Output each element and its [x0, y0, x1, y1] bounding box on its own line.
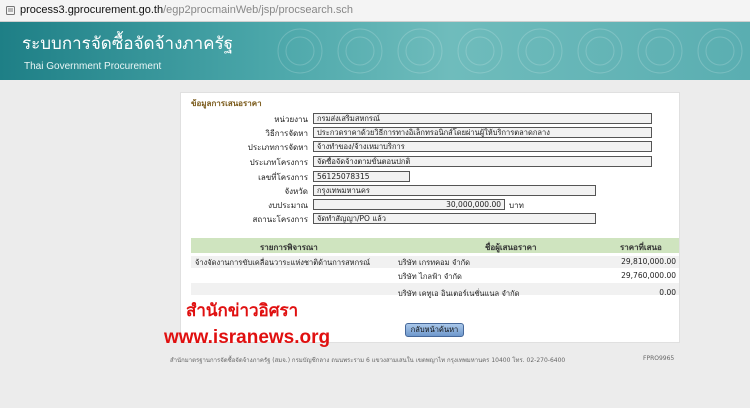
- price-cell: 29,810,000.00: [621, 257, 676, 266]
- footer-page-code: FPRO9965: [643, 355, 675, 362]
- watermark-thai: สำนักข่าวอิศรา: [186, 301, 299, 321]
- field-label-budget: งบประมาณ: [268, 201, 308, 210]
- field-province: กรุงเทพมหานคร: [313, 185, 596, 196]
- price-cell: 0.00: [659, 288, 676, 297]
- field-label-agency: หน่วยงาน: [274, 115, 308, 124]
- field-agency: กรมส่งเสริมสหกรณ์: [313, 113, 652, 124]
- header-item: รายการพิจารณา: [260, 243, 318, 252]
- url-path: /egp2procmainWeb/jsp/procsearch.sch: [163, 4, 354, 16]
- field-project-type: จัดซื้อจัดจ้างตามขั้นตอนปกติ: [313, 156, 652, 167]
- field-label-project-number: เลขที่โครงการ: [258, 173, 308, 182]
- back-to-search-button[interactable]: กลับหน้าค้นหา: [405, 323, 464, 337]
- field-label-method: วิธีการจัดหา: [265, 129, 308, 138]
- field-label-province: จังหวัด: [284, 187, 308, 196]
- section-title: ข้อมูลการเสนอราคา: [191, 99, 262, 108]
- url-host: process3.gprocurement.go.th: [20, 4, 164, 16]
- watermark-url: www.isranews.org: [164, 327, 331, 348]
- header-bidder: ชื่อผู้เสนอราคา: [485, 243, 537, 252]
- field-label-status: สถานะโครงการ: [252, 215, 308, 224]
- field-method: ประกวดราคาด้วยวิธีการทางอิเล็กทรอนิกส์โด…: [313, 127, 652, 138]
- budget-unit: บาท: [509, 201, 524, 210]
- banner-title-english: Thai Government Procurement: [24, 61, 162, 72]
- header-price: ราคาที่เสนอ: [620, 243, 662, 252]
- field-procurement-type: จ้างทำของ/จ้างเหมาบริการ: [313, 141, 652, 152]
- item-cell: จ้างจัดงานการขับเคลื่อนวาระแห่งชาติด้านก…: [195, 258, 371, 267]
- banner-title-thai: ระบบการจัดซื้อจัดจ้างภาครัฐ: [22, 34, 234, 54]
- site-banner: ระบบการจัดซื้อจัดจ้างภาครัฐ Thai Governm…: [0, 22, 750, 80]
- field-label-procurement-type: ประเภทการจัดหา: [247, 143, 308, 152]
- browser-address-bar[interactable]: process3.gprocurement.go.th/egp2procmain…: [0, 0, 750, 22]
- field-status: จัดทำสัญญา/PO แล้ว: [313, 213, 596, 224]
- page-info-icon[interactable]: [6, 6, 15, 15]
- field-budget: 30,000,000.00: [313, 199, 505, 210]
- price-cell: 29,760,000.00: [621, 271, 676, 280]
- bidder-cell: บริษัท เกรทคอม จำกัด: [398, 258, 471, 267]
- bidder-cell: บริษัท ไกลฟ้า จำกัด: [398, 272, 462, 281]
- footer-address: สำนักมาตรฐานการจัดซื้อจัดจ้างภาครัฐ (สมจ…: [170, 357, 566, 364]
- url-text[interactable]: process3.gprocurement.go.th/egp2procmain…: [20, 4, 353, 16]
- field-label-project-type: ประเภทโครงการ: [249, 158, 308, 167]
- bidder-cell: บริษัท เคทูเอ อินเตอร์เนชั่นแนล จำกัด: [398, 289, 520, 298]
- field-project-number: 56125078315: [313, 171, 410, 182]
